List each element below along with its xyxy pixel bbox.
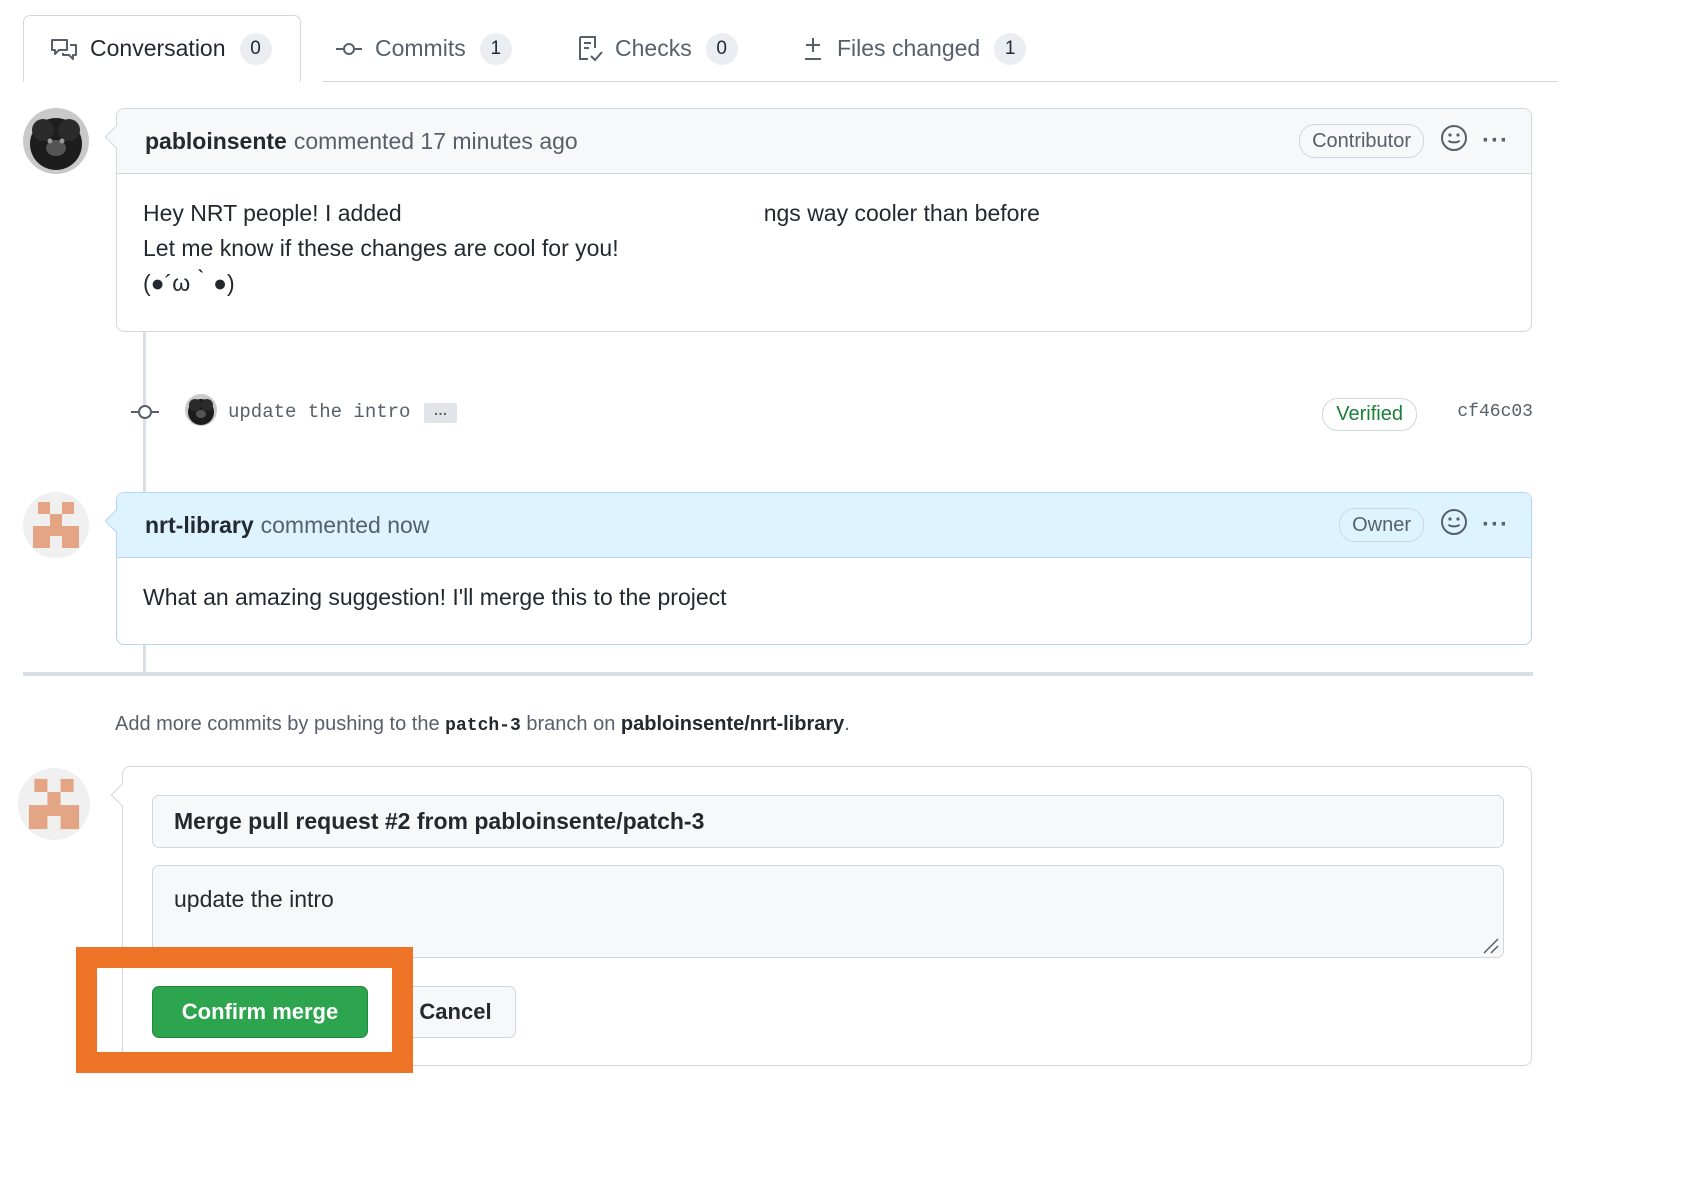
hint-text: Add more commits by pushing to the: [115, 713, 440, 735]
tab-conversation-label: Conversation: [90, 35, 226, 61]
comment-line: Hey NRT people! I added ngs way cooler th…: [143, 196, 1505, 231]
git-commit-icon: [130, 400, 160, 429]
file-diff-icon: [801, 35, 825, 63]
tab-checks-label: Checks: [615, 35, 692, 61]
comment-line: What an amazing suggestion! I'll merge t…: [143, 584, 727, 610]
comment-header: nrt-library commented now Owner ···: [117, 493, 1531, 558]
comment-card: nrt-library commented now Owner ··· What…: [104, 492, 1532, 645]
hint-text: branch on: [526, 713, 616, 735]
tab-files-changed[interactable]: Files changed 1: [801, 15, 1027, 82]
confirm-merge-button[interactable]: Confirm merge: [152, 986, 368, 1038]
tab-commits-count: 1: [479, 32, 512, 65]
timeline-line: [143, 645, 146, 672]
commit-expand-button[interactable]: …: [424, 403, 457, 423]
avatar-nrt-library[interactable]: [23, 492, 89, 558]
comment-timestamp[interactable]: commented now: [261, 512, 430, 539]
comment-body: What an amazing suggestion! I'll merge t…: [117, 558, 1531, 637]
author-role-badge: Contributor: [1299, 124, 1425, 158]
comment-author[interactable]: pabloinsente: [145, 128, 287, 155]
kebab-menu-icon[interactable]: ···: [1482, 127, 1509, 155]
commit-message-link[interactable]: update the intro: [228, 401, 410, 423]
tab-conversation-count: 0: [239, 32, 272, 65]
comment-line: Let me know if these changes are cool fo…: [143, 235, 619, 261]
comment-card: pabloinsente commented 17 minutes ago Co…: [104, 108, 1532, 332]
commit-author-avatar[interactable]: [185, 394, 217, 426]
comment-text: Hey NRT people! I added: [143, 200, 402, 226]
avatar-pabloinsente[interactable]: [23, 108, 89, 174]
comment-body: Hey NRT people! I added ngs way cooler th…: [117, 174, 1531, 323]
comment-line: (●´ω｀●): [143, 270, 235, 296]
avatar-current-user[interactable]: [18, 768, 90, 840]
verified-badge[interactable]: Verified: [1322, 398, 1417, 431]
resize-handle-icon[interactable]: [1480, 934, 1500, 954]
tab-files-changed-count: 1: [994, 32, 1027, 65]
tab-commits[interactable]: Commits 1: [335, 15, 512, 82]
pr-tabs: Conversation 0 Commits 1 Checks 0 Files …: [23, 15, 1558, 82]
comment-header: pabloinsente commented 17 minutes ago Co…: [117, 109, 1531, 174]
author-role-badge: Owner: [1339, 508, 1425, 542]
repo-name[interactable]: pabloinsente/nrt-library: [621, 713, 844, 735]
commit-title-input[interactable]: Merge pull request #2 from pabloinsente/…: [152, 795, 1504, 848]
cancel-button[interactable]: Cancel: [395, 986, 516, 1038]
hint-text: .: [844, 713, 850, 735]
checklist-icon: [577, 35, 603, 63]
comment-author[interactable]: nrt-library: [145, 512, 254, 539]
kebab-menu-icon[interactable]: ···: [1482, 511, 1509, 539]
branch-name: patch-3: [445, 716, 521, 736]
commit-body-textarea[interactable]: update the intro: [152, 865, 1504, 958]
comment-discussion-icon: [50, 37, 78, 61]
tab-conversation[interactable]: Conversation 0: [23, 15, 301, 82]
tab-checks-count: 0: [705, 32, 738, 65]
tab-checks[interactable]: Checks 0: [577, 15, 738, 82]
commit-sha-link[interactable]: cf46c03: [1457, 402, 1533, 422]
comment-text: ngs way cooler than before: [763, 200, 1040, 226]
git-commit-icon: [335, 39, 363, 59]
push-hint: Add more commits by pushing to the patch…: [115, 713, 850, 736]
smiley-reaction-icon[interactable]: [1440, 124, 1468, 158]
timeline-divider: [23, 672, 1533, 676]
tab-files-changed-label: Files changed: [837, 35, 981, 61]
comment-timestamp[interactable]: commented 17 minutes ago: [294, 128, 578, 155]
merge-caret: [110, 783, 134, 807]
smiley-reaction-icon[interactable]: [1440, 508, 1468, 542]
commit-body-text: update the intro: [174, 886, 334, 912]
tab-commits-label: Commits: [375, 35, 466, 61]
commit-row: update the intro … Verified cf46c03: [130, 392, 1535, 432]
